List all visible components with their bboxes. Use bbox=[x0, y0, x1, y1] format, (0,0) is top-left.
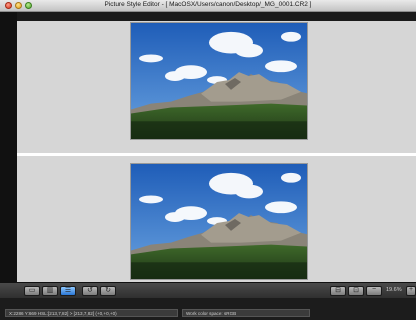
mountain-landscape-image bbox=[131, 23, 307, 139]
before-preview-pane bbox=[17, 21, 416, 155]
zoom-out-icon: − bbox=[371, 286, 377, 293]
preview-area bbox=[0, 12, 416, 286]
original-photo bbox=[130, 22, 308, 140]
split-horizontal-icon: ☰ bbox=[64, 287, 72, 294]
actual-size-button[interactable]: ⊡ bbox=[348, 286, 364, 296]
top-bottom-view-button[interactable]: ☰ bbox=[60, 286, 76, 296]
color-space-field: Work color space: sRGB bbox=[182, 309, 310, 317]
actual-size-icon: ⊡ bbox=[353, 287, 359, 294]
pixel-info-text: X:2286 Y:669 HSL:[213,7,82] > [213,7,82]… bbox=[9, 311, 117, 316]
zoom-in-icon: + bbox=[408, 286, 414, 293]
zoom-level: 19.6% bbox=[386, 287, 402, 293]
rotate-right-icon: ↻ bbox=[105, 287, 111, 294]
fit-window-icon: ⊟ bbox=[335, 287, 341, 294]
view-toolbar: ▭ ▥ ☰ ↺ ↻ ⊟ ⊡ − 19.6% + bbox=[0, 282, 416, 298]
adjusted-photo bbox=[130, 163, 308, 280]
picture-style-editor-window: Picture Style Editor - [ MacOSX/Users/ca… bbox=[0, 0, 416, 320]
side-by-side-view-button[interactable]: ▥ bbox=[42, 286, 58, 296]
rotate-left-button[interactable]: ↺ bbox=[82, 286, 98, 296]
rotate-left-icon: ↺ bbox=[87, 287, 93, 294]
single-view-icon: ▭ bbox=[28, 287, 36, 294]
zoom-in-button[interactable]: + bbox=[406, 286, 416, 296]
mountain-landscape-image bbox=[131, 164, 307, 279]
single-view-button[interactable]: ▭ bbox=[24, 286, 40, 296]
window-title: Picture Style Editor - [ MacOSX/Users/ca… bbox=[104, 1, 312, 8]
pixel-info-field: X:2286 Y:669 HSL:[213,7,82] > [213,7,82]… bbox=[5, 309, 178, 317]
after-preview-pane bbox=[17, 156, 416, 286]
rotate-right-button[interactable]: ↻ bbox=[100, 286, 116, 296]
zoom-out-button[interactable]: − bbox=[366, 286, 382, 296]
status-bar: X:2286 Y:669 HSL:[213,7,82] > [213,7,82]… bbox=[0, 298, 416, 320]
fit-to-window-button[interactable]: ⊟ bbox=[330, 286, 346, 296]
split-vertical-icon: ▥ bbox=[46, 287, 54, 294]
color-space-text: Work color space: sRGB bbox=[186, 311, 237, 316]
title-bar[interactable]: Picture Style Editor - [ MacOSX/Users/ca… bbox=[0, 0, 416, 12]
left-edge bbox=[0, 12, 17, 282]
